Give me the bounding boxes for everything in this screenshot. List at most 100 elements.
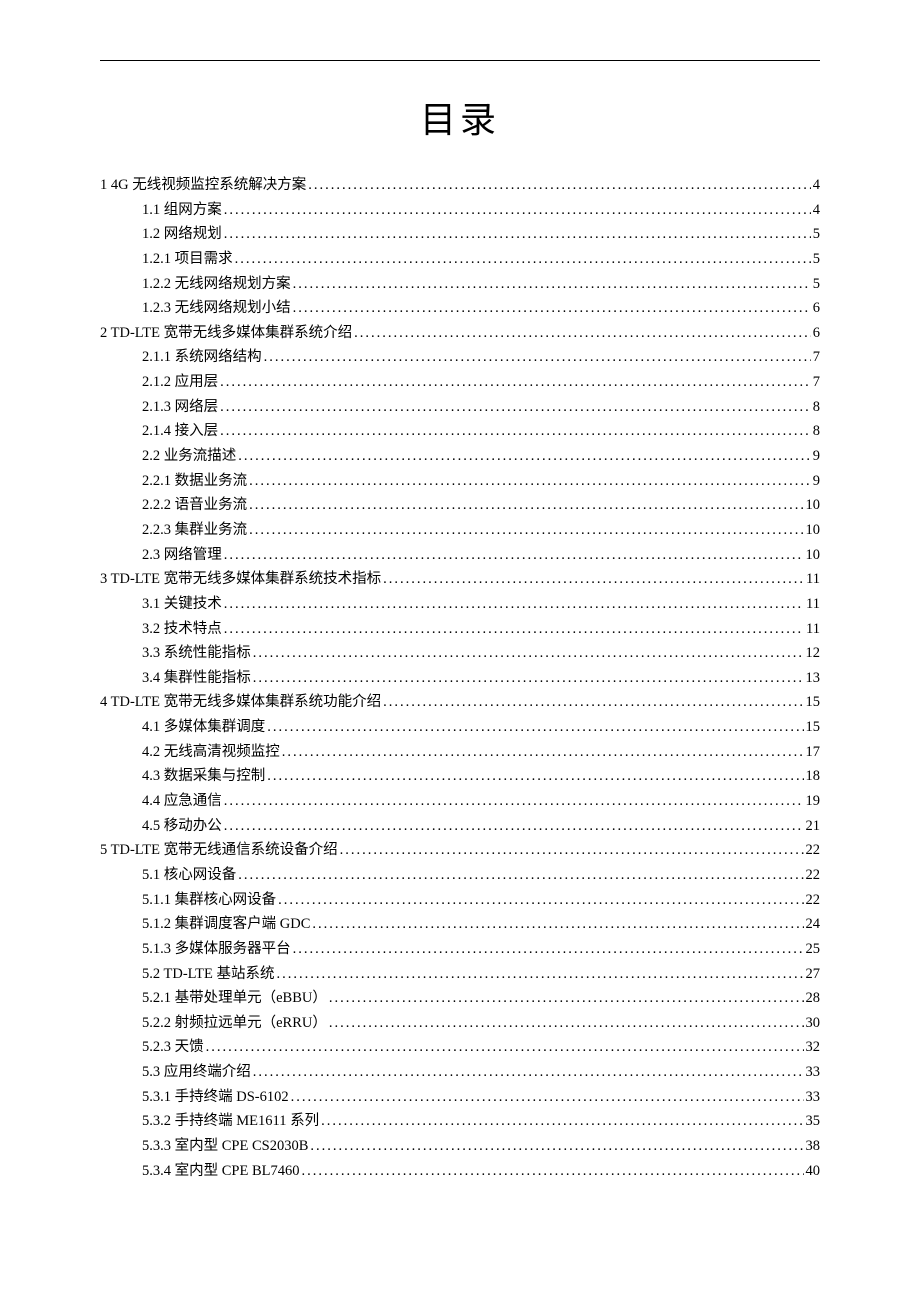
toc-row[interactable]: 1.2.1 项目需求5 [100,247,820,272]
toc-entry-page: 33 [806,1085,821,1110]
toc-row[interactable]: 5.1.2 集群调度客户端 GDC 24 [100,912,820,937]
toc-row[interactable]: 5.1 核心网设备22 [100,863,820,888]
toc-row[interactable]: 2.1.2 应用层7 [100,370,820,395]
toc-entry-page: 17 [806,740,821,765]
toc-entry-page: 9 [813,469,820,494]
toc-row[interactable]: 5.3.3 室内型 CPE CS2030B38 [100,1134,820,1159]
toc-entry-page: 18 [806,764,821,789]
toc-leader-dots [224,592,804,617]
toc-entry-label: 4.3 数据采集与控制 [142,764,265,789]
toc-entry-label: 1.2.2 无线网络规划方案 [142,272,291,297]
toc-row[interactable]: 5.3.1 手持终端 DS-610233 [100,1085,820,1110]
toc-row[interactable]: 2.2 业务流描述 9 [100,444,820,469]
toc-row[interactable]: 1 4G 无线视频监控系统解决方案4 [100,173,820,198]
toc-leader-dots [264,345,811,370]
toc-entry-page: 11 [806,592,820,617]
toc-entry-label: 5.2.1 基带处理单元（eBBU） [142,986,327,1011]
toc-entry-label: 1.2 网络规划 [142,222,222,247]
toc-entry-page: 9 [813,444,820,469]
toc-row[interactable]: 5.2.3 天馈32 [100,1035,820,1060]
toc-entry-label: 5.1.3 多媒体服务器平台 [142,937,291,962]
toc-row[interactable]: 3.3 系统性能指标12 [100,641,820,666]
toc-entry-label: 5.3.3 室内型 CPE CS2030B [142,1134,308,1159]
toc-entry-label: 4 TD-LTE 宽带无线多媒体集群系统功能介绍 [100,690,381,715]
toc-leader-dots [293,272,811,297]
toc-row[interactable]: 5.3.2 手持终端 ME1611 系列35 [100,1109,820,1134]
toc-leader-dots [224,198,811,223]
toc-row[interactable]: 3 TD-LTE 宽带无线多媒体集群系统技术指标11 [100,567,820,592]
toc-row[interactable]: 1.2.2 无线网络规划方案 5 [100,272,820,297]
toc-leader-dots [312,912,803,937]
toc-leader-dots [278,888,803,913]
toc-row[interactable]: 5.1.3 多媒体服务器平台25 [100,937,820,962]
toc-row[interactable]: 4.1 多媒体集群调度15 [100,715,820,740]
toc-entry-page: 6 [813,321,820,346]
toc-leader-dots [267,764,803,789]
toc-row[interactable]: 5.3.4 室内型 CPE BL7460 40 [100,1159,820,1184]
toc-entry-page: 7 [813,345,820,370]
toc-row[interactable]: 2.2.3 集群业务流10 [100,518,820,543]
toc-entry-page: 8 [813,395,820,420]
toc-entry-page: 28 [806,986,821,1011]
toc-leader-dots [253,666,804,691]
toc-row[interactable]: 2.3 网络管理10 [100,543,820,568]
toc-row[interactable]: 4 TD-LTE 宽带无线多媒体集群系统功能介绍15 [100,690,820,715]
toc-entry-label: 5.1.1 集群核心网设备 [142,888,276,913]
toc-row[interactable]: 3.4 集群性能指标13 [100,666,820,691]
toc-entry-label: 2.1.1 系统网络结构 [142,345,262,370]
toc-entry-label: 2 TD-LTE 宽带无线多媒体集群系统介绍 [100,321,352,346]
toc-leader-dots [383,690,803,715]
toc-entry-page: 6 [813,296,820,321]
toc-row[interactable]: 5 TD-LTE 宽带无线通信系统设备介绍22 [100,838,820,863]
toc-entry-page: 35 [806,1109,821,1134]
toc-entry-page: 11 [806,567,820,592]
toc-entry-label: 5 TD-LTE 宽带无线通信系统设备介绍 [100,838,338,863]
toc-leader-dots [329,1011,804,1036]
toc-row[interactable]: 1.2.3 无线网络规划小结6 [100,296,820,321]
toc-row[interactable]: 5.2.2 射频拉远单元（eRRU）30 [100,1011,820,1036]
toc-row[interactable]: 3.1 关键技术11 [100,592,820,617]
toc-row[interactable]: 2.1.1 系统网络结构 7 [100,345,820,370]
toc-row[interactable]: 5.2 TD-LTE 基站系统27 [100,962,820,987]
toc-row[interactable]: 4.2 无线高清视频监控17 [100,740,820,765]
toc-entry-label: 5.1 核心网设备 [142,863,236,888]
toc-entry-page: 32 [806,1035,821,1060]
toc-row[interactable]: 4.4 应急通信19 [100,789,820,814]
toc-title: 目录 [100,91,820,143]
toc-row[interactable]: 5.1.1 集群核心网设备 22 [100,888,820,913]
toc-leader-dots [224,222,811,247]
toc-row[interactable]: 2 TD-LTE 宽带无线多媒体集群系统介绍 6 [100,321,820,346]
toc-row[interactable]: 5.2.1 基带处理单元（eBBU） 28 [100,986,820,1011]
toc-entry-page: 22 [806,888,821,913]
toc-row[interactable]: 2.2.2 语音业务流10 [100,493,820,518]
toc-row[interactable]: 2.2.1 数据业务流 9 [100,469,820,494]
toc-row[interactable]: 2.1.4 接入层8 [100,419,820,444]
toc-entry-label: 2.1.4 接入层 [142,419,218,444]
toc-row[interactable]: 4.5 移动办公21 [100,814,820,839]
toc-entry-label: 2.2.3 集群业务流 [142,518,247,543]
toc-entry-label: 4.4 应急通信 [142,789,222,814]
toc-row[interactable]: 4.3 数据采集与控制 18 [100,764,820,789]
toc-entry-label: 5.1.2 集群调度客户端 GDC [142,912,310,937]
toc-entry-page: 11 [806,617,820,642]
toc-entry-label: 2.2 业务流描述 [142,444,236,469]
toc-leader-dots [340,838,804,863]
toc-entry-label: 1.1 组网方案 [142,198,222,223]
toc-entry-label: 5.3.4 室内型 CPE BL7460 [142,1159,300,1184]
toc-entry-page: 5 [813,272,820,297]
toc-leader-dots [293,937,804,962]
toc-row[interactable]: 1.1 组网方案4 [100,198,820,223]
toc-entry-page: 21 [806,814,821,839]
toc-entry-page: 4 [813,173,820,198]
toc-row[interactable]: 1.2 网络规划5 [100,222,820,247]
toc-entry-page: 40 [806,1159,821,1184]
toc-entry-label: 2.2.1 数据业务流 [142,469,247,494]
toc-row[interactable]: 3.2 技术特点11 [100,617,820,642]
toc-row[interactable]: 2.1.3 网络层8 [100,395,820,420]
toc-row[interactable]: 5.3 应用终端介绍33 [100,1060,820,1085]
toc-entry-page: 24 [806,912,821,937]
document-page: 目录 1 4G 无线视频监控系统解决方案41.1 组网方案41.2 网络规划51… [0,0,920,1243]
toc-entry-label: 2.3 网络管理 [142,543,222,568]
toc-leader-dots [354,321,811,346]
toc-entry-label: 2.1.2 应用层 [142,370,218,395]
